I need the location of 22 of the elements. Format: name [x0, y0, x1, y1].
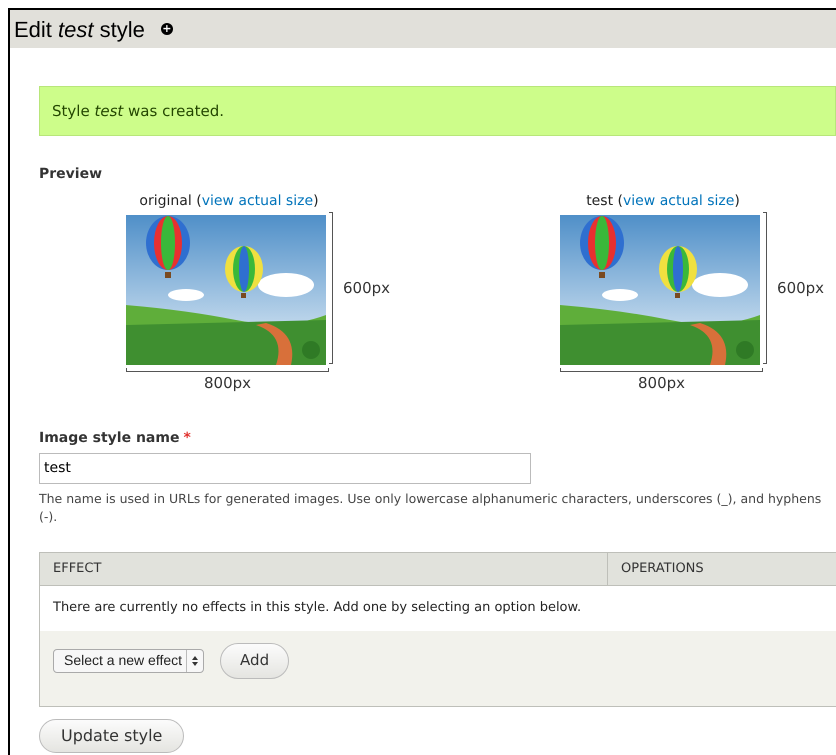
view-actual-size-link[interactable]: view actual size: [623, 193, 734, 209]
field-label: Image style name: [39, 428, 180, 448]
column-header: OPERATIONS: [620, 560, 705, 578]
field-description: The name is used in URLs for generated images. Use only lowercase alphanumeric characters, underscores (_), and hyphens (-).: [39, 490, 822, 526]
add-button[interactable]: Add: [220, 642, 290, 678]
column-header: EFFECT: [40, 552, 608, 584]
preview-caption: test (view actual size): [586, 192, 740, 211]
add-shortcut-icon[interactable]: +: [160, 23, 173, 35]
height-label: 600px: [343, 278, 390, 300]
width-label: 800px: [638, 373, 686, 394]
effect-select[interactable]: Select a new effect: [53, 648, 204, 672]
width-label: 800px: [204, 373, 252, 394]
page-title: Edit test style: [14, 16, 145, 44]
status-message: Style test was created.: [39, 86, 836, 136]
update-style-button[interactable]: Update style: [39, 718, 184, 752]
updown-arrows-icon: [191, 654, 200, 666]
preview-caption: original (view actual size): [139, 192, 319, 211]
preview-heading: Preview: [39, 165, 104, 184]
style-name-field[interactable]: test: [39, 452, 531, 484]
view-actual-size-link[interactable]: view actual size: [202, 193, 314, 209]
height-label: 600px: [777, 278, 824, 300]
required-mark: *: [183, 428, 191, 448]
